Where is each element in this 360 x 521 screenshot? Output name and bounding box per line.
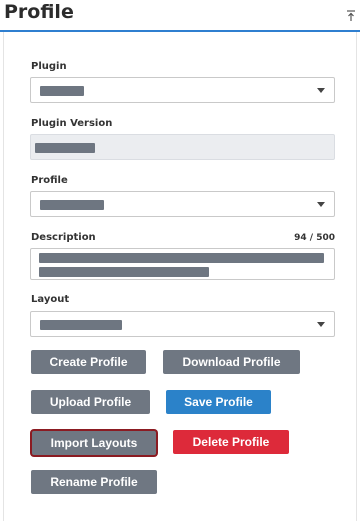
chevron-down-icon bbox=[317, 88, 325, 93]
description-line-2-redacted bbox=[39, 267, 209, 277]
chevron-down-icon bbox=[317, 202, 325, 207]
chevron-down-icon bbox=[317, 322, 325, 327]
plugin-label: Plugin bbox=[31, 61, 67, 72]
profile-label: Profile bbox=[31, 175, 68, 186]
plugin-version-value-redacted bbox=[35, 143, 95, 153]
plugin-select[interactable] bbox=[30, 77, 335, 103]
pin-icon[interactable] bbox=[346, 10, 356, 22]
description-line-1-redacted bbox=[39, 253, 324, 263]
profile-value-redacted bbox=[40, 200, 104, 210]
save-profile-button[interactable]: Save Profile bbox=[166, 390, 271, 414]
page-title: Profile bbox=[4, 1, 74, 23]
plugin-value-redacted bbox=[40, 86, 84, 96]
upload-profile-button[interactable]: Upload Profile bbox=[31, 390, 150, 414]
layout-select[interactable] bbox=[30, 311, 335, 337]
description-label: Description bbox=[31, 232, 96, 243]
profile-panel: Profile Plugin Plugin Version Profile De… bbox=[0, 0, 360, 521]
layout-value-redacted bbox=[40, 320, 122, 330]
description-textarea[interactable] bbox=[30, 248, 335, 280]
profile-select[interactable] bbox=[30, 191, 335, 217]
plugin-version-field bbox=[30, 134, 335, 160]
import-layouts-button[interactable]: Import Layouts bbox=[32, 431, 156, 455]
panel-header: Profile bbox=[0, 0, 360, 32]
delete-profile-button[interactable]: Delete Profile bbox=[173, 430, 289, 454]
create-profile-button[interactable]: Create Profile bbox=[31, 350, 146, 374]
rename-profile-button[interactable]: Rename Profile bbox=[31, 470, 157, 494]
plugin-version-label: Plugin Version bbox=[31, 118, 113, 129]
layout-label: Layout bbox=[31, 294, 70, 305]
download-profile-button[interactable]: Download Profile bbox=[163, 350, 300, 374]
description-char-counter: 94 / 500 bbox=[294, 233, 335, 243]
